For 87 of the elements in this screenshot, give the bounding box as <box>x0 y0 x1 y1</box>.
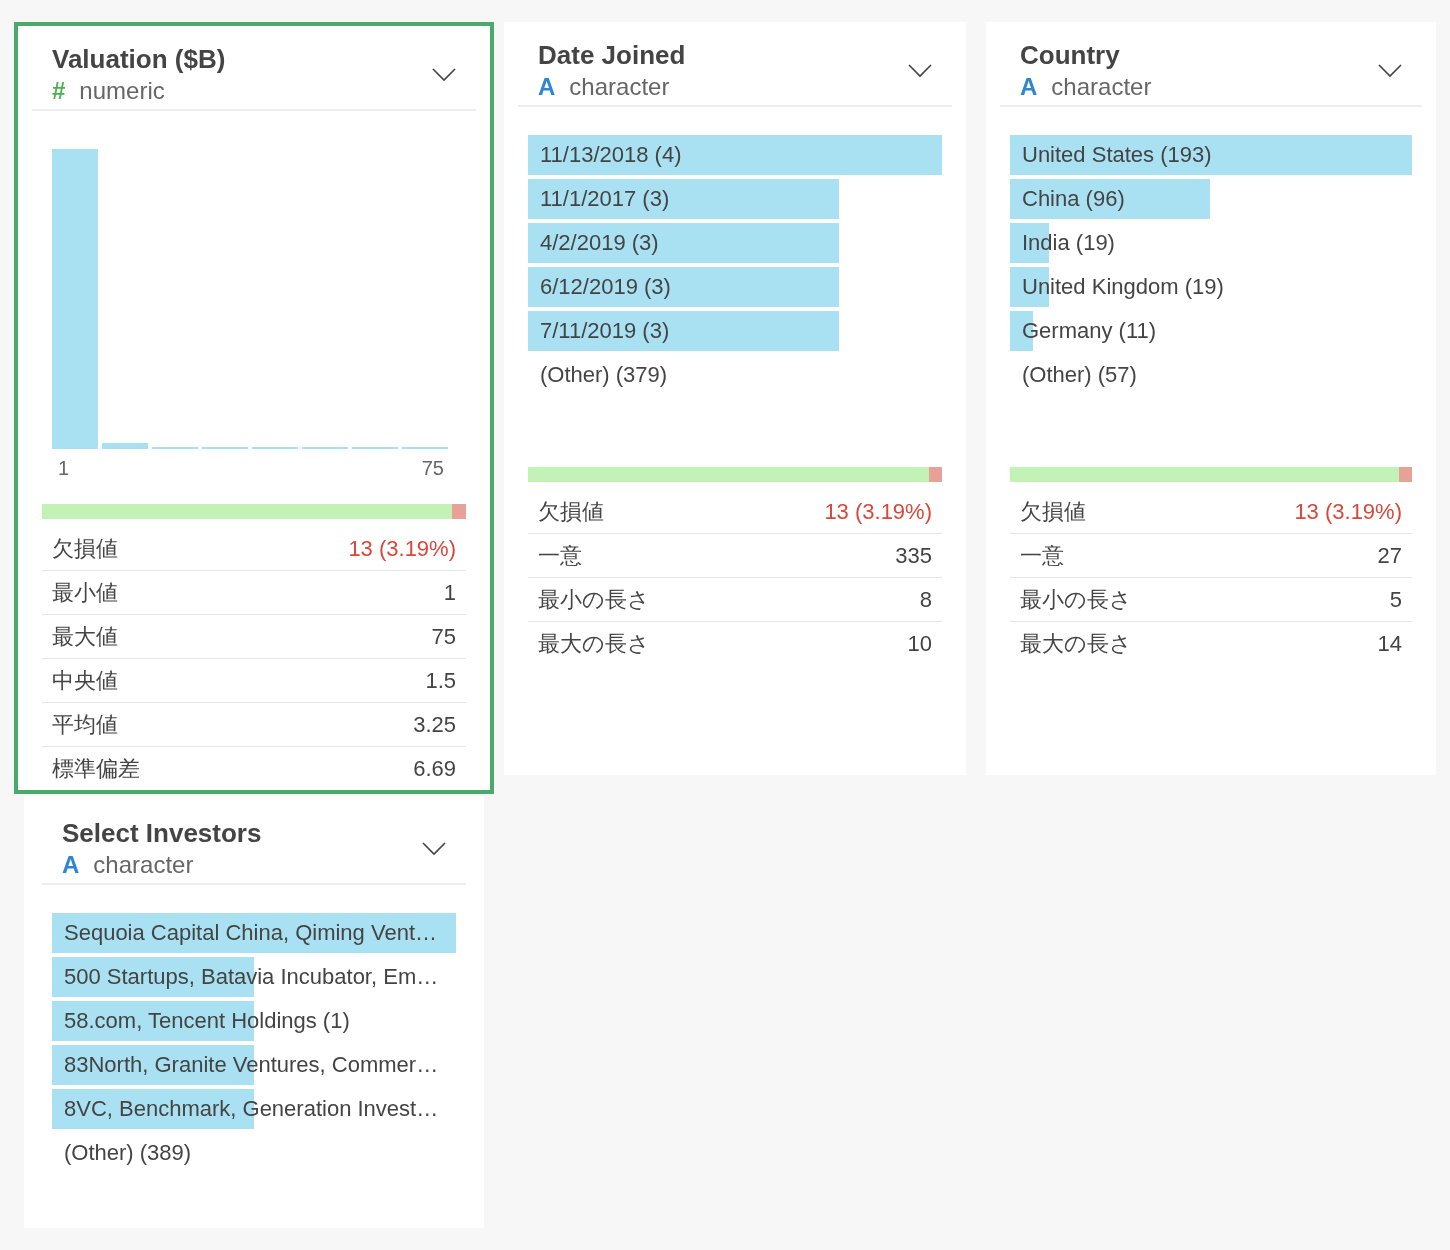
column-card[interactable]: Country A character United States (193) China (96) India (19) United Kingdom (19) Germany (11) (Other) (57) 欠損値 13 (3.19%) 一意 27 最小の長さ 5 最大の長さ 14 <box>986 22 1436 775</box>
category-label: Germany (11) <box>1021 318 1157 344</box>
chevron-down-icon[interactable] <box>908 63 932 78</box>
chevron-down-icon[interactable] <box>432 67 456 82</box>
stat-label: 一意 <box>538 541 582 570</box>
category-item[interactable]: Sequoia Capital China, Qiming Vent… <box>52 913 456 953</box>
category-label: 7/11/2019 (3) <box>539 318 670 344</box>
category-label: 11/1/2017 (3) <box>539 186 670 212</box>
stat-label: 欠損値 <box>52 534 118 563</box>
stat-value: 13 (3.19%) <box>1294 498 1402 525</box>
type-icon: A <box>538 73 556 101</box>
category-item[interactable]: 6/12/2019 (3) <box>528 267 942 307</box>
category-label: China (96) <box>1021 186 1125 212</box>
category-item[interactable]: 7/11/2019 (3) <box>528 311 942 351</box>
category-label: 83North, Granite Ventures, Commer… <box>63 1052 439 1078</box>
axis-label: 1 <box>58 457 70 480</box>
stat-value: 10 <box>907 630 932 657</box>
stat-label: 最小値 <box>52 578 118 607</box>
category-item[interactable]: China (96) <box>1010 179 1412 219</box>
category-label: Sequoia Capital China, Qiming Vent… <box>63 920 437 946</box>
stat-label: 最大値 <box>52 622 118 651</box>
stat-label: 一意 <box>1020 541 1064 570</box>
stat-value: 5 <box>1389 586 1402 613</box>
type-icon: A <box>62 851 80 879</box>
column-title: Valuation ($B) <box>52 44 226 75</box>
type-label: character <box>569 73 670 101</box>
category-item[interactable]: United States (193) <box>1010 135 1412 175</box>
category-item[interactable]: 83North, Granite Ventures, Commer… <box>52 1045 456 1085</box>
category-item[interactable]: 58.com, Tencent Holdings (1) <box>52 1001 456 1041</box>
category-item[interactable]: 11/1/2017 (3) <box>528 179 942 219</box>
category-item[interactable]: (Other) (57) <box>1010 355 1412 395</box>
category-item[interactable]: (Other) (389) <box>52 1133 456 1173</box>
chevron-down-icon[interactable] <box>422 841 446 856</box>
column-card[interactable]: Valuation ($B) # numeric 1 75 欠損値 13 (3.19%) 最小値 1 最大値 75 中央値 1.5 平均値 3.25 標準偏差 6.69 <box>14 22 494 794</box>
stat-label: 標準偏差 <box>52 754 140 783</box>
stat-label: 欠損値 <box>1020 497 1086 526</box>
column-title: Date Joined <box>538 40 686 71</box>
category-label: 58.com, Tencent Holdings (1) <box>63 1008 350 1034</box>
type-label: character <box>1051 73 1152 101</box>
stat-value: 335 <box>895 542 932 569</box>
category-label: India (19) <box>1021 230 1115 256</box>
stat-value: 14 <box>1377 630 1402 657</box>
category-item[interactable]: (Other) (379) <box>528 355 942 395</box>
category-label: (Other) (57) <box>1021 362 1137 388</box>
stat-value: 13 (3.19%) <box>824 498 932 525</box>
stat-value: 13 (3.19%) <box>348 535 456 562</box>
histogram-bar <box>102 443 148 449</box>
stat-label: 平均値 <box>52 710 118 739</box>
stat-label: 最小の長さ <box>1020 585 1132 614</box>
category-label: United Kingdom (19) <box>1021 274 1224 300</box>
category-item[interactable]: United Kingdom (19) <box>1010 267 1412 307</box>
stat-label: 欠損値 <box>538 497 604 526</box>
axis-label: 75 <box>421 457 444 480</box>
stat-value: 1.5 <box>425 667 456 694</box>
stat-label: 最小の長さ <box>538 585 650 614</box>
category-item[interactable]: 4/2/2019 (3) <box>528 223 942 263</box>
type-icon: A <box>1020 73 1038 101</box>
category-label: 4/2/2019 (3) <box>539 230 659 256</box>
stat-value: 1 <box>443 579 456 606</box>
stat-label: 最大の長さ <box>538 629 650 658</box>
chevron-down-icon[interactable] <box>1378 63 1402 78</box>
stat-value: 3.25 <box>413 711 456 738</box>
category-label: 8VC, Benchmark, Generation Invest… <box>63 1096 439 1122</box>
stat-value: 8 <box>919 586 932 613</box>
stat-value: 27 <box>1377 542 1402 569</box>
category-label: 500 Startups, Batavia Incubator, Em… <box>63 964 439 990</box>
stat-label: 中央値 <box>52 666 118 695</box>
column-card[interactable] <box>24 796 484 1228</box>
category-label: (Other) (389) <box>63 1140 192 1166</box>
category-item[interactable]: 8VC, Benchmark, Generation Invest… <box>52 1089 456 1129</box>
category-label: 6/12/2019 (3) <box>539 274 671 300</box>
type-label: numeric <box>79 77 165 105</box>
type-icon: # <box>52 77 66 105</box>
category-item[interactable]: Germany (11) <box>1010 311 1412 351</box>
category-label: United States (193) <box>1021 142 1212 168</box>
stat-value: 75 <box>431 623 456 650</box>
column-title: Country <box>1020 40 1121 71</box>
category-item[interactable]: India (19) <box>1010 223 1412 263</box>
category-item[interactable]: 500 Startups, Batavia Incubator, Em… <box>52 957 456 997</box>
column-card[interactable]: Date Joined A character 11/13/2018 (4) 11/1/2017 (3) 4/2/2019 (3) 6/12/2019 (3) 7/11/2019 (3) (Other) (379) 欠損値 13 (3.19%) 一意 335 最小の長さ 8 最大の長さ 10 <box>504 22 966 775</box>
type-label: character <box>93 851 194 879</box>
category-item[interactable]: 11/13/2018 (4) <box>528 135 942 175</box>
column-title: Select Investors <box>62 818 262 849</box>
stat-label: 最大の長さ <box>1020 629 1132 658</box>
category-label: 11/13/2018 (4) <box>539 142 682 168</box>
category-label: (Other) (379) <box>539 362 668 388</box>
stat-value: 6.69 <box>413 755 456 782</box>
